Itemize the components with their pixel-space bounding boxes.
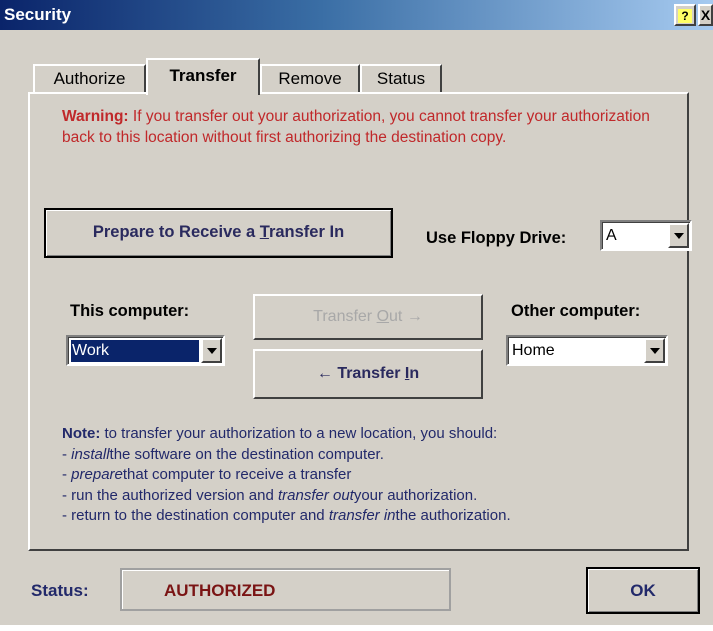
transfer-out-mnemonic: O: [376, 308, 390, 325]
transfer-note: Note: to transfer your authorization to …: [62, 424, 680, 527]
tab-remove-label: Remove: [278, 69, 342, 88]
note-step-prefix: - run the authorized version and: [62, 486, 278, 504]
other-computer-value: Home: [512, 342, 555, 359]
floppy-drive-value: A: [606, 227, 617, 244]
status-label: Status:: [31, 581, 89, 600]
chevron-down-icon[interactable]: [668, 223, 689, 248]
arrow-right-icon: →: [406, 308, 423, 325]
note-lead: Note:: [62, 425, 101, 442]
note-step: - run the authorized version and transfe…: [62, 486, 680, 507]
note-step-emphasis: transfer in: [328, 507, 396, 524]
note-step-prefix: -: [62, 466, 72, 483]
note-step-prefix: -: [62, 445, 72, 463]
ok-button[interactable]: OK: [586, 567, 700, 614]
chevron-down-icon[interactable]: [201, 338, 222, 363]
close-button[interactable]: X: [698, 4, 713, 26]
window-title: Security: [4, 5, 72, 24]
tab-authorize-label: Authorize: [53, 69, 126, 88]
tab-authorize[interactable]: Authorize: [33, 64, 146, 94]
prepare-button-label-b: ransfer In: [268, 223, 345, 241]
note-step-text: your authorization.: [353, 486, 478, 504]
note-step-emphasis: prepare: [71, 466, 123, 483]
this-computer-value: Work: [71, 340, 199, 362]
close-icon: X: [700, 7, 711, 23]
note-step-emphasis: transfer out: [277, 486, 354, 504]
tab-status-label: Status: [376, 69, 426, 88]
note-step-text: that computer to receive a transfer: [122, 466, 352, 483]
note-step-prefix: - return to the destination computer and: [62, 507, 329, 524]
transfer-in-label-a: Transfer: [337, 365, 405, 382]
this-computer-label: This computer:: [70, 302, 190, 320]
warning-text: If you transfer out your authorization, …: [62, 108, 650, 146]
prepare-button-mnemonic: T: [259, 223, 269, 241]
tab-remove[interactable]: Remove: [260, 64, 360, 94]
prepare-button-label-a: Prepare to Receive a: [92, 223, 260, 241]
note-step-emphasis: install: [71, 445, 110, 463]
transfer-out-button[interactable]: Transfer Out →: [253, 294, 483, 340]
title-bar[interactable]: Security ? X: [0, 0, 713, 30]
transfer-in-button[interactable]: ← Transfer In: [253, 349, 483, 399]
tab-status[interactable]: Status: [360, 64, 442, 94]
transfer-out-label-b: ut: [389, 308, 403, 325]
note-step: - installthe software on the destination…: [62, 445, 680, 466]
transfer-out-label-a: Transfer: [313, 308, 377, 325]
floppy-drive-select[interactable]: A: [600, 220, 692, 251]
note-step: - return to the destination computer and…: [62, 506, 680, 527]
note-step-text: the authorization.: [395, 507, 511, 524]
warning-lead: Warning:: [62, 108, 129, 125]
floppy-drive-label: Use Floppy Drive:: [426, 229, 567, 247]
status-value: AUTHORIZED: [164, 581, 276, 600]
help-icon: ?: [678, 9, 692, 23]
security-dialog: Security ? X Authorize Transfer Remove S…: [0, 0, 713, 625]
tab-transfer[interactable]: Transfer: [146, 58, 260, 95]
arrow-left-icon: ←: [316, 365, 333, 382]
note-intro: Note: to transfer your authorization to …: [62, 424, 680, 445]
note-step: - preparethat computer to receive a tran…: [62, 465, 680, 486]
transfer-in-label-b: n: [409, 365, 420, 382]
this-computer-select[interactable]: Work: [66, 335, 225, 366]
prepare-to-receive-button[interactable]: Prepare to Receive a Transfer In: [44, 208, 393, 258]
chevron-down-icon[interactable]: [644, 338, 665, 363]
note-intro-text: to transfer your authorization to a new …: [100, 425, 498, 442]
help-button[interactable]: ?: [674, 4, 696, 26]
warning-message: Warning: If you transfer out your author…: [62, 106, 680, 148]
other-computer-label: Other computer:: [511, 302, 641, 320]
other-computer-select[interactable]: Home: [506, 335, 668, 366]
tab-transfer-label: Transfer: [169, 66, 237, 85]
note-step-text: the software on the destination computer…: [109, 445, 384, 463]
